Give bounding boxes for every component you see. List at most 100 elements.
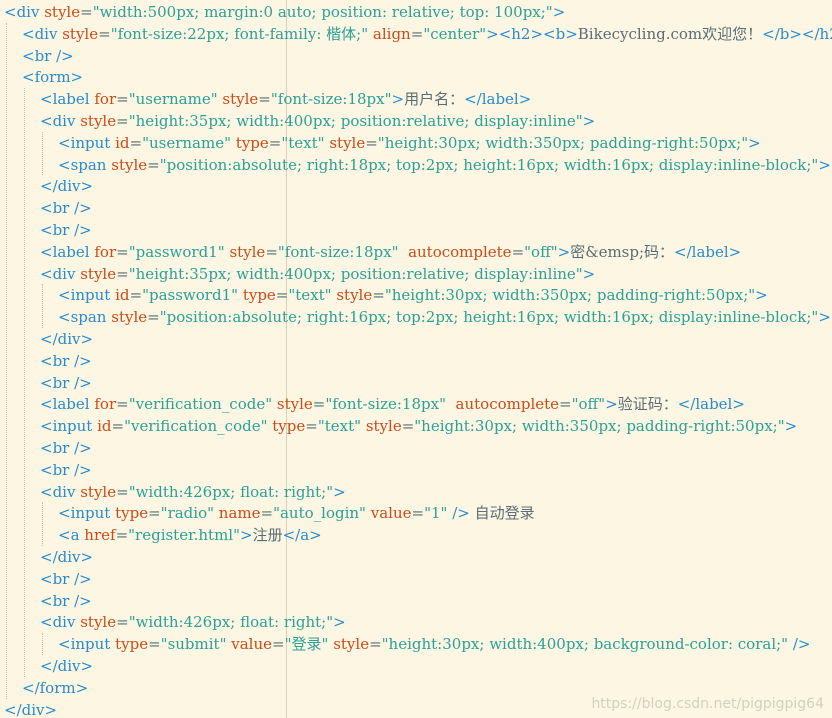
string-token: "text": [288, 286, 332, 305]
code-line[interactable]: <input id="password1" type="text" style=…: [58, 284, 768, 306]
text-token: =: [265, 242, 278, 261]
attribute-token: style: [62, 24, 99, 43]
string-token: "text": [281, 133, 325, 152]
code-line[interactable]: <br />: [40, 350, 92, 372]
code-line[interactable]: </div>: [40, 175, 93, 197]
code-line[interactable]: <span style="position:absolute; right:18…: [58, 154, 832, 176]
code-line[interactable]: <input id="verification_code" type="text…: [40, 415, 797, 437]
code-line[interactable]: </div>: [4, 699, 57, 718]
string-token: "font-size:18px": [270, 90, 392, 109]
attribute-token: style: [365, 417, 402, 436]
code-line[interactable]: <input id="username" type="text" style="…: [58, 132, 761, 154]
attribute-token: for: [94, 395, 117, 414]
tag-token: >: [582, 264, 596, 283]
code-line[interactable]: </div>: [40, 328, 93, 350]
code-line[interactable]: <br />: [40, 372, 92, 394]
text-token: =: [147, 155, 160, 174]
tag-token: <br />: [40, 199, 92, 218]
code-line[interactable]: <br />: [40, 197, 92, 219]
text-token: =: [111, 417, 125, 436]
text-token: =: [116, 613, 129, 632]
code-line[interactable]: <div style="height:35px; width:400px; po…: [40, 263, 595, 285]
tag-token: <span: [58, 155, 107, 174]
code-line[interactable]: <input type="submit" value="登录" style="h…: [58, 633, 810, 655]
code-editor[interactable]: <div style="width:500px; margin:0 auto; …: [0, 0, 832, 718]
code-line[interactable]: <label for="username" style="font-size:1…: [40, 88, 531, 110]
tag-token: <input: [58, 286, 111, 305]
text-token: =: [129, 286, 143, 305]
code-line[interactable]: <form>: [22, 66, 83, 88]
code-line[interactable]: <div style="width:426px; float: right;">: [40, 481, 346, 503]
attribute-token: style: [44, 3, 81, 21]
text-token: =: [116, 112, 129, 130]
watermark: https://blog.csdn.net/pigpigpig64: [591, 696, 824, 712]
string-token: "width:426px; float: right;": [128, 613, 334, 632]
tag-token: <input: [58, 504, 111, 523]
code-line[interactable]: <br />: [40, 437, 92, 459]
attribute-token: autocomplete: [455, 395, 560, 414]
code-line[interactable]: <br />: [40, 459, 92, 481]
code-line[interactable]: <br />: [40, 219, 92, 241]
text-token: =: [116, 395, 129, 414]
tag-token: >: [240, 526, 253, 545]
code-line[interactable]: <br />: [40, 590, 92, 612]
tag-token: </a>: [282, 526, 322, 545]
text-token: =: [365, 133, 378, 152]
indent-guide: [42, 633, 43, 655]
tag-token: </div>: [4, 700, 58, 718]
attribute-token: style: [222, 90, 259, 109]
attribute-token: value: [370, 504, 412, 523]
tag-token: >: [582, 112, 596, 130]
text-token: =: [129, 133, 143, 152]
code-line[interactable]: <a href="register.html">注册</a>: [58, 524, 322, 546]
tag-token: <br />: [40, 373, 92, 392]
text-token: =: [260, 504, 274, 523]
attribute-token: autocomplete: [408, 242, 512, 261]
text-token: =: [511, 242, 525, 261]
code-line[interactable]: <br />: [40, 568, 92, 590]
attribute-token: value: [231, 635, 273, 654]
indent-guide: [42, 284, 43, 328]
tag-token: />: [452, 504, 470, 523]
tag-token: </div>: [40, 657, 94, 675]
code-line[interactable]: <div style="width:500px; margin:0 auto; …: [4, 1, 565, 23]
string-token: "width:426px; float: right;": [128, 482, 334, 501]
tag-token: <form>: [22, 68, 84, 87]
attribute-token: style: [80, 613, 117, 632]
code-line[interactable]: <br />: [22, 45, 74, 67]
tag-token: <div: [40, 264, 76, 283]
string-token: "off": [524, 242, 558, 261]
tag-token: <br />: [22, 46, 74, 65]
tag-token: <div: [22, 24, 58, 43]
code-line[interactable]: <div style="font-size:22px; font-family:…: [22, 23, 832, 45]
code-line[interactable]: <div style="height:35px; width:400px; po…: [40, 110, 595, 132]
code-line[interactable]: <span style="position:absolute; right:16…: [58, 306, 832, 328]
attribute-token: for: [94, 242, 117, 261]
attribute-token: style: [229, 242, 266, 261]
code-line[interactable]: <input type="radio" name="auto_login" va…: [58, 502, 535, 524]
code-line[interactable]: </form>: [22, 677, 88, 699]
string-token: "font-size:22px; font-family: 楷体;": [110, 24, 369, 43]
code-line[interactable]: <div style="width:426px; float: right;">: [40, 611, 346, 633]
text-token: 注册: [252, 526, 283, 545]
code-line[interactable]: <label for="verification_code" style="fo…: [40, 393, 745, 415]
string-token: "font-size:18px": [325, 395, 446, 414]
tag-token: <br />: [40, 460, 92, 479]
text-token: =: [116, 482, 129, 501]
text-token: =: [147, 308, 160, 327]
attribute-token: type: [235, 133, 269, 152]
text-token: =: [275, 286, 289, 305]
text-token: =: [401, 417, 415, 436]
attribute-token: style: [80, 112, 117, 130]
code-line[interactable]: <label for="password1" style="font-size:…: [40, 241, 741, 263]
code-line[interactable]: </div>: [40, 655, 93, 677]
text-token: 验证码：: [617, 395, 678, 414]
attribute-token: style: [329, 133, 366, 152]
string-token: "register.html": [128, 526, 240, 545]
string-token: "position:absolute; right:16px; top:2px;…: [159, 308, 819, 327]
text-token: =: [148, 635, 161, 654]
tag-token: >: [391, 90, 405, 109]
code-line[interactable]: </div>: [40, 546, 93, 568]
tag-token: />: [792, 635, 811, 654]
